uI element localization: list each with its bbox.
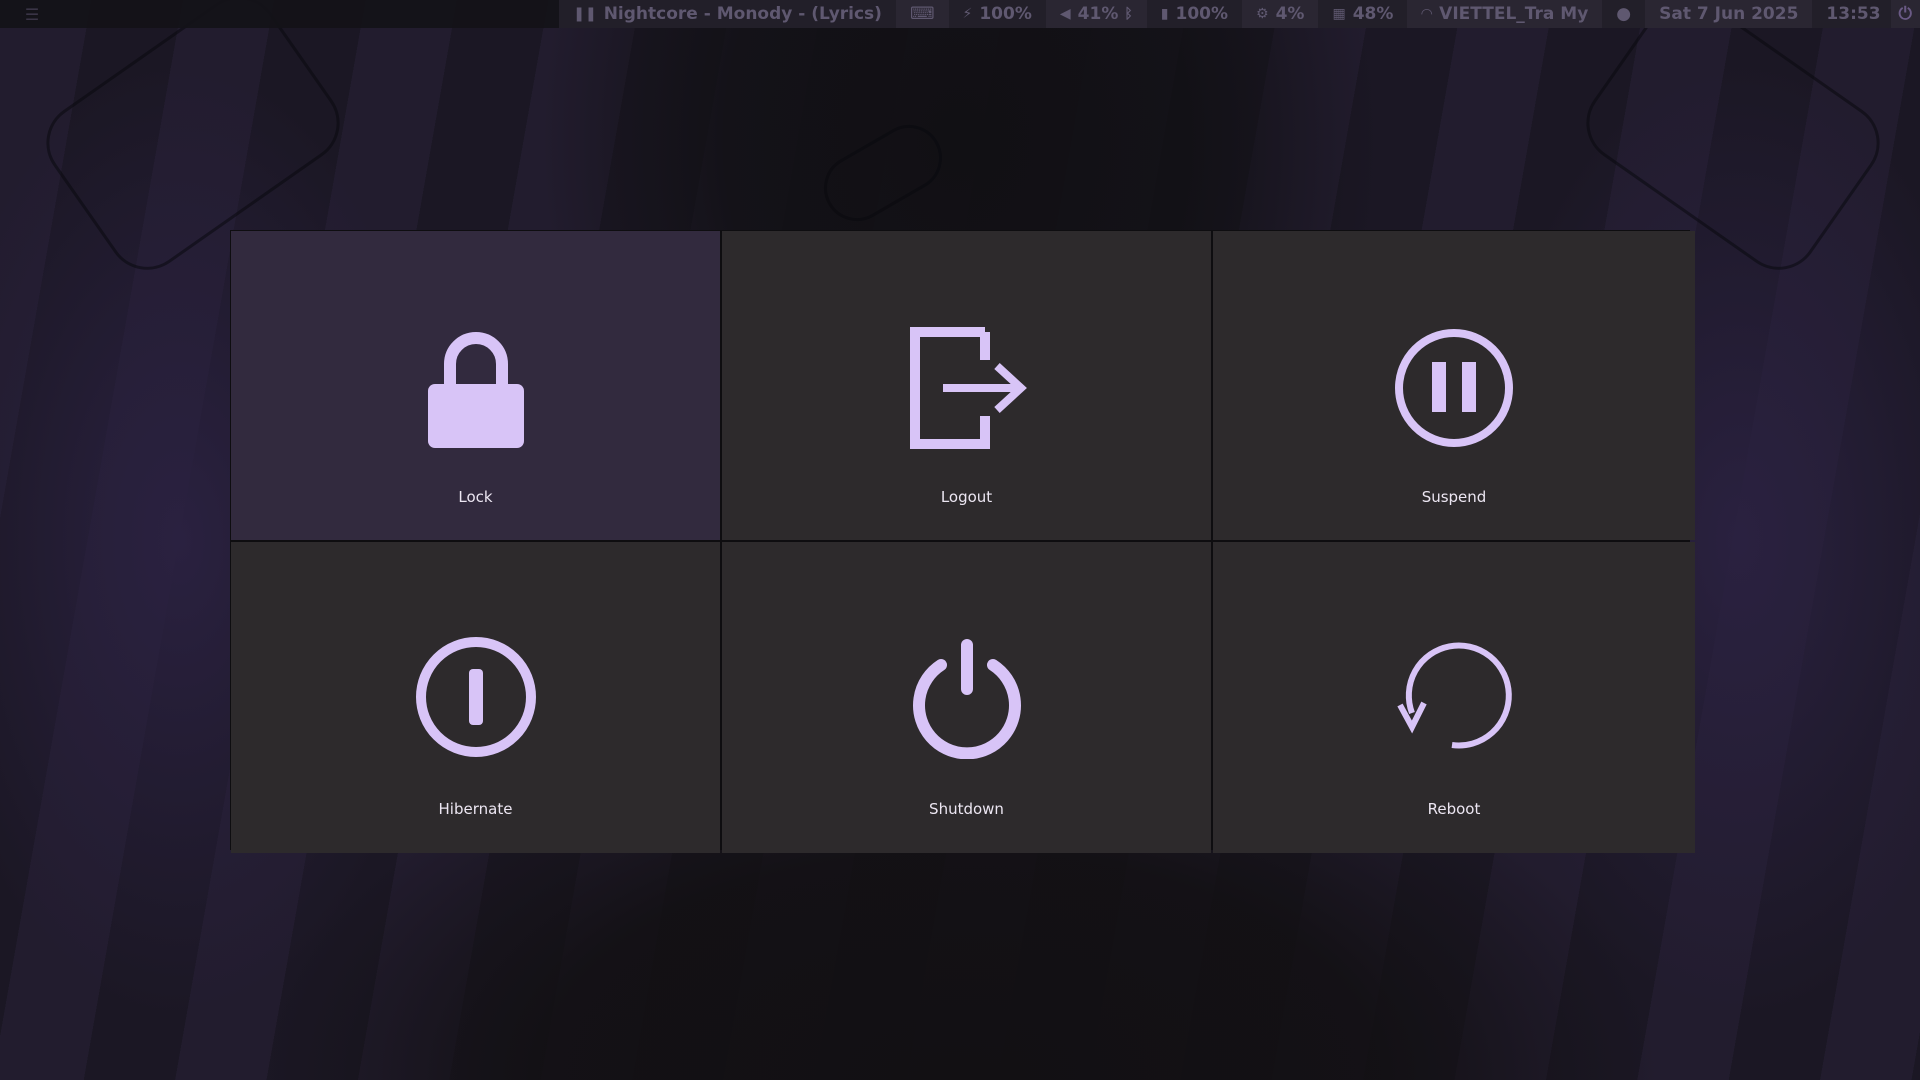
cpu-value: 4% bbox=[1275, 4, 1305, 24]
bell-icon: ● bbox=[1616, 4, 1632, 24]
notification-widget[interactable]: ● bbox=[1602, 0, 1646, 28]
logout-icon bbox=[902, 323, 1032, 453]
brightness-widget[interactable]: ⚡ 100% bbox=[948, 0, 1046, 28]
reboot-label: Reboot bbox=[1427, 800, 1481, 818]
wallpaper-decoration bbox=[811, 112, 955, 234]
shutdown-label: Shutdown bbox=[929, 800, 1004, 818]
pause-icon: ❚❚ bbox=[573, 6, 597, 22]
network-widget[interactable]: ◠ VIETTEL_Tra My bbox=[1407, 0, 1603, 28]
brightness-value: 100% bbox=[979, 4, 1032, 24]
power-widget[interactable]: ⏻ bbox=[1890, 0, 1920, 28]
memory-icon: ▦ bbox=[1332, 6, 1346, 22]
hibernate-icon bbox=[411, 632, 541, 762]
reboot-option[interactable]: Reboot bbox=[1213, 542, 1695, 853]
power-icon: ⏻ bbox=[1898, 4, 1912, 24]
logout-label: Logout bbox=[940, 488, 993, 506]
lock-label: Lock bbox=[458, 488, 493, 506]
suspend-label: Suspend bbox=[1421, 488, 1487, 506]
volume-icon: ◀ bbox=[1059, 6, 1071, 22]
hibernate-label: Hibernate bbox=[438, 800, 513, 818]
reboot-icon bbox=[1389, 632, 1519, 762]
wifi-icon: ◠ bbox=[1421, 6, 1433, 22]
clock-text: 13:53 bbox=[1826, 4, 1881, 24]
logout-option[interactable]: Logout bbox=[722, 231, 1211, 540]
suspend-option[interactable]: Suspend bbox=[1213, 231, 1695, 540]
cpu-widget[interactable]: ⚙ 4% bbox=[1242, 0, 1319, 28]
clock-widget[interactable]: 13:53 bbox=[1812, 0, 1891, 28]
brightness-icon: ⚡ bbox=[962, 6, 973, 22]
lock-option[interactable]: Lock bbox=[231, 231, 720, 540]
bluetooth-icon: ᛒ bbox=[1124, 6, 1133, 22]
suspend-icon bbox=[1389, 323, 1519, 453]
battery-icon: ▮ bbox=[1160, 6, 1169, 22]
media-title: Nightcore - Monody - (Lyrics) bbox=[603, 4, 882, 24]
keyboard-icon: ⌨ bbox=[909, 4, 935, 24]
power-menu: Lock Logout Suspend Hibernate Shutdown R… bbox=[230, 230, 1695, 853]
volume-value: 41% bbox=[1077, 4, 1119, 24]
top-status-bar: ☰ ❚❚ Nightcore - Monody - (Lyrics) ⌨ ⚡ 1… bbox=[0, 0, 1920, 28]
date-text: Sat 7 Jun 2025 bbox=[1659, 4, 1799, 24]
shutdown-icon bbox=[902, 632, 1032, 762]
battery-value: 100% bbox=[1175, 4, 1229, 24]
battery-widget[interactable]: ▮ 100% bbox=[1146, 0, 1243, 28]
network-name: VIETTEL_Tra My bbox=[1439, 4, 1589, 24]
lock-icon bbox=[411, 323, 541, 453]
shutdown-option[interactable]: Shutdown bbox=[722, 542, 1211, 853]
media-player-widget[interactable]: ❚❚ Nightcore - Monody - (Lyrics) bbox=[559, 0, 896, 28]
date-widget[interactable]: Sat 7 Jun 2025 bbox=[1645, 0, 1813, 28]
memory-widget[interactable]: ▦ 48% bbox=[1318, 0, 1408, 28]
cpu-icon: ⚙ bbox=[1256, 6, 1269, 22]
hibernate-option[interactable]: Hibernate bbox=[231, 542, 720, 853]
menu-icon[interactable]: ☰ bbox=[10, 4, 54, 24]
keyboard-widget[interactable]: ⌨ bbox=[895, 0, 949, 28]
memory-value: 48% bbox=[1352, 4, 1394, 24]
volume-widget[interactable]: ◀ 41% ᛒ bbox=[1045, 0, 1147, 28]
